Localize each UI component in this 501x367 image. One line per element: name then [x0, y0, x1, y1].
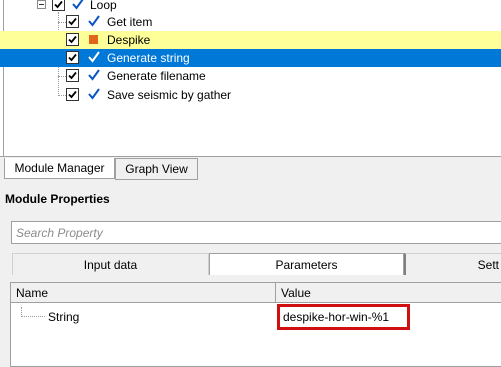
- checkbox[interactable]: [66, 33, 79, 46]
- checkbox[interactable]: [66, 15, 79, 28]
- collapse-toggle-icon[interactable]: [37, 0, 46, 9]
- check-icon: [88, 88, 100, 100]
- tree-item-generate-filename[interactable]: Generate filename: [0, 67, 501, 85]
- check-icon: [88, 51, 100, 63]
- tree-item-label: Generate filename: [107, 69, 206, 83]
- module-tree: Loop Get item Despike Generate string Ge…: [0, 0, 501, 157]
- search-property-box[interactable]: [11, 221, 501, 244]
- tab-module-manager[interactable]: Module Manager: [4, 158, 115, 179]
- tree-item-label: Despike: [107, 33, 151, 47]
- column-header-value[interactable]: Value: [276, 283, 501, 303]
- tree-item-label: Save seismic by gather: [107, 88, 232, 102]
- check-icon: [88, 69, 100, 81]
- search-property-input[interactable]: [12, 222, 501, 243]
- property-value-field[interactable]: despike-hor-win-%1: [277, 304, 410, 330]
- tree-item-generate-string[interactable]: Generate string: [0, 49, 501, 67]
- checkbox[interactable]: [52, 0, 65, 11]
- tree-item-label: Generate string: [107, 51, 190, 65]
- section-title: Module Properties: [5, 192, 110, 206]
- tab-input-data[interactable]: Input data: [12, 253, 209, 275]
- checkbox[interactable]: [66, 88, 79, 101]
- tree-item-loop[interactable]: Loop: [0, 0, 501, 14]
- tree-item-save-seismic[interactable]: Save seismic by gather: [0, 86, 501, 104]
- tree-item-label: Loop: [90, 0, 117, 12]
- check-icon: [88, 15, 100, 27]
- column-header-name[interactable]: Name: [11, 283, 276, 303]
- property-name: String: [48, 310, 80, 324]
- tree-item-get-item[interactable]: Get item: [0, 13, 501, 31]
- property-grid: Name Value String despike-hor-win-%1: [10, 282, 501, 367]
- checkbox[interactable]: [66, 51, 79, 64]
- check-icon: [72, 0, 84, 10]
- orange-square-icon: [89, 35, 98, 44]
- tree-item-label: Get item: [107, 15, 153, 29]
- tab-settings[interactable]: Sett: [404, 253, 501, 275]
- checkbox[interactable]: [66, 69, 79, 82]
- tab-graph-view[interactable]: Graph View: [115, 158, 198, 180]
- tab-parameters[interactable]: Parameters: [209, 253, 404, 275]
- tree-item-despike[interactable]: Despike: [0, 31, 501, 49]
- tree-connector: [21, 316, 45, 317]
